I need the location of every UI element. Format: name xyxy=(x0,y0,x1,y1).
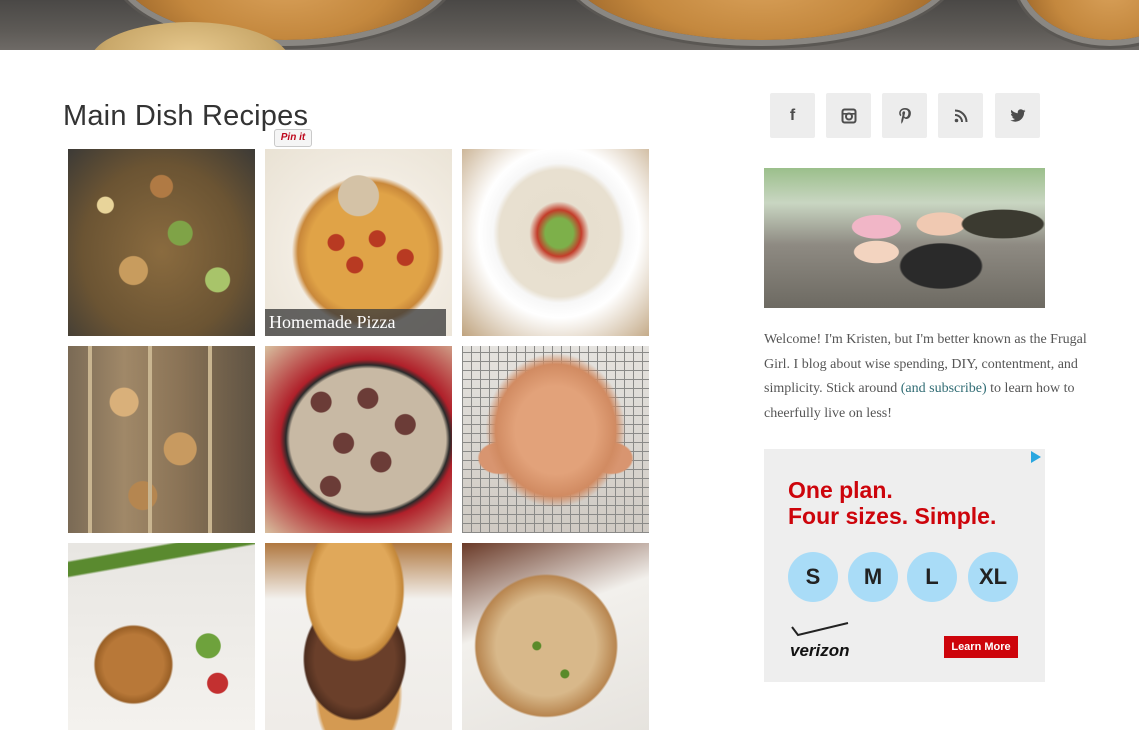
ad-brand-logo: verizon xyxy=(790,641,850,660)
twitter-glyph xyxy=(1009,108,1025,122)
ad-size-extra-large: XL xyxy=(968,552,1018,602)
ad-headline-line-1: One plan. xyxy=(788,477,893,503)
facebook-glyph: f xyxy=(789,106,796,124)
recipe-tile-chicken-kabobs[interactable] xyxy=(68,346,255,533)
recipe-tile-roast-chicken[interactable] xyxy=(462,346,649,533)
recipe-caption[interactable]: Homemade Pizza xyxy=(265,309,446,336)
header-banner-image xyxy=(0,0,1139,50)
subscribe-link[interactable]: (and subscribe) xyxy=(901,381,987,396)
pin-it-button[interactable]: Pin it xyxy=(274,129,312,147)
muffin-decoration xyxy=(570,0,950,40)
instagram-glyph xyxy=(841,108,856,123)
ad-headline: One plan. Four sizes. Simple. xyxy=(788,477,996,529)
ad-size-small: S xyxy=(788,552,838,602)
recipe-tile-meatballs[interactable] xyxy=(265,346,452,533)
ad-size-medium: M xyxy=(848,552,898,602)
recipe-tile-salmon-cakes[interactable] xyxy=(68,543,255,730)
ad-size-large: L xyxy=(907,552,957,602)
twitter-icon[interactable] xyxy=(995,93,1040,138)
muffin-decoration xyxy=(1020,0,1139,40)
rss-glyph xyxy=(954,109,967,122)
facebook-icon[interactable]: f xyxy=(770,93,815,138)
adchoices-icon[interactable] xyxy=(1031,451,1041,463)
pinterest-icon[interactable] xyxy=(882,93,927,138)
rss-icon[interactable] xyxy=(938,93,983,138)
welcome-text: Welcome! I'm Kristen, but I'm better kno… xyxy=(764,328,1106,426)
recipe-tile-tostada[interactable] xyxy=(462,149,649,336)
recipe-tile-zucchini-chicken[interactable] xyxy=(68,149,255,336)
verizon-checkmark-icon xyxy=(791,622,849,637)
recipe-tile-homemade-pizza[interactable]: Homemade Pizza xyxy=(265,149,452,336)
ad-learn-more-button[interactable]: Learn More xyxy=(944,636,1018,658)
instagram-icon[interactable] xyxy=(826,93,871,138)
pinterest-glyph xyxy=(898,107,911,124)
advertisement[interactable]: One plan. Four sizes. Simple. S M L XL v… xyxy=(764,449,1045,682)
recipe-tile-sliced-chicken[interactable] xyxy=(462,543,649,730)
author-photo xyxy=(764,168,1045,308)
page-title: Main Dish Recipes xyxy=(63,100,309,132)
recipe-tile-pulled-pork-sandwich[interactable] xyxy=(265,543,452,730)
ad-headline-line-2: Four sizes. Simple. xyxy=(788,503,997,529)
